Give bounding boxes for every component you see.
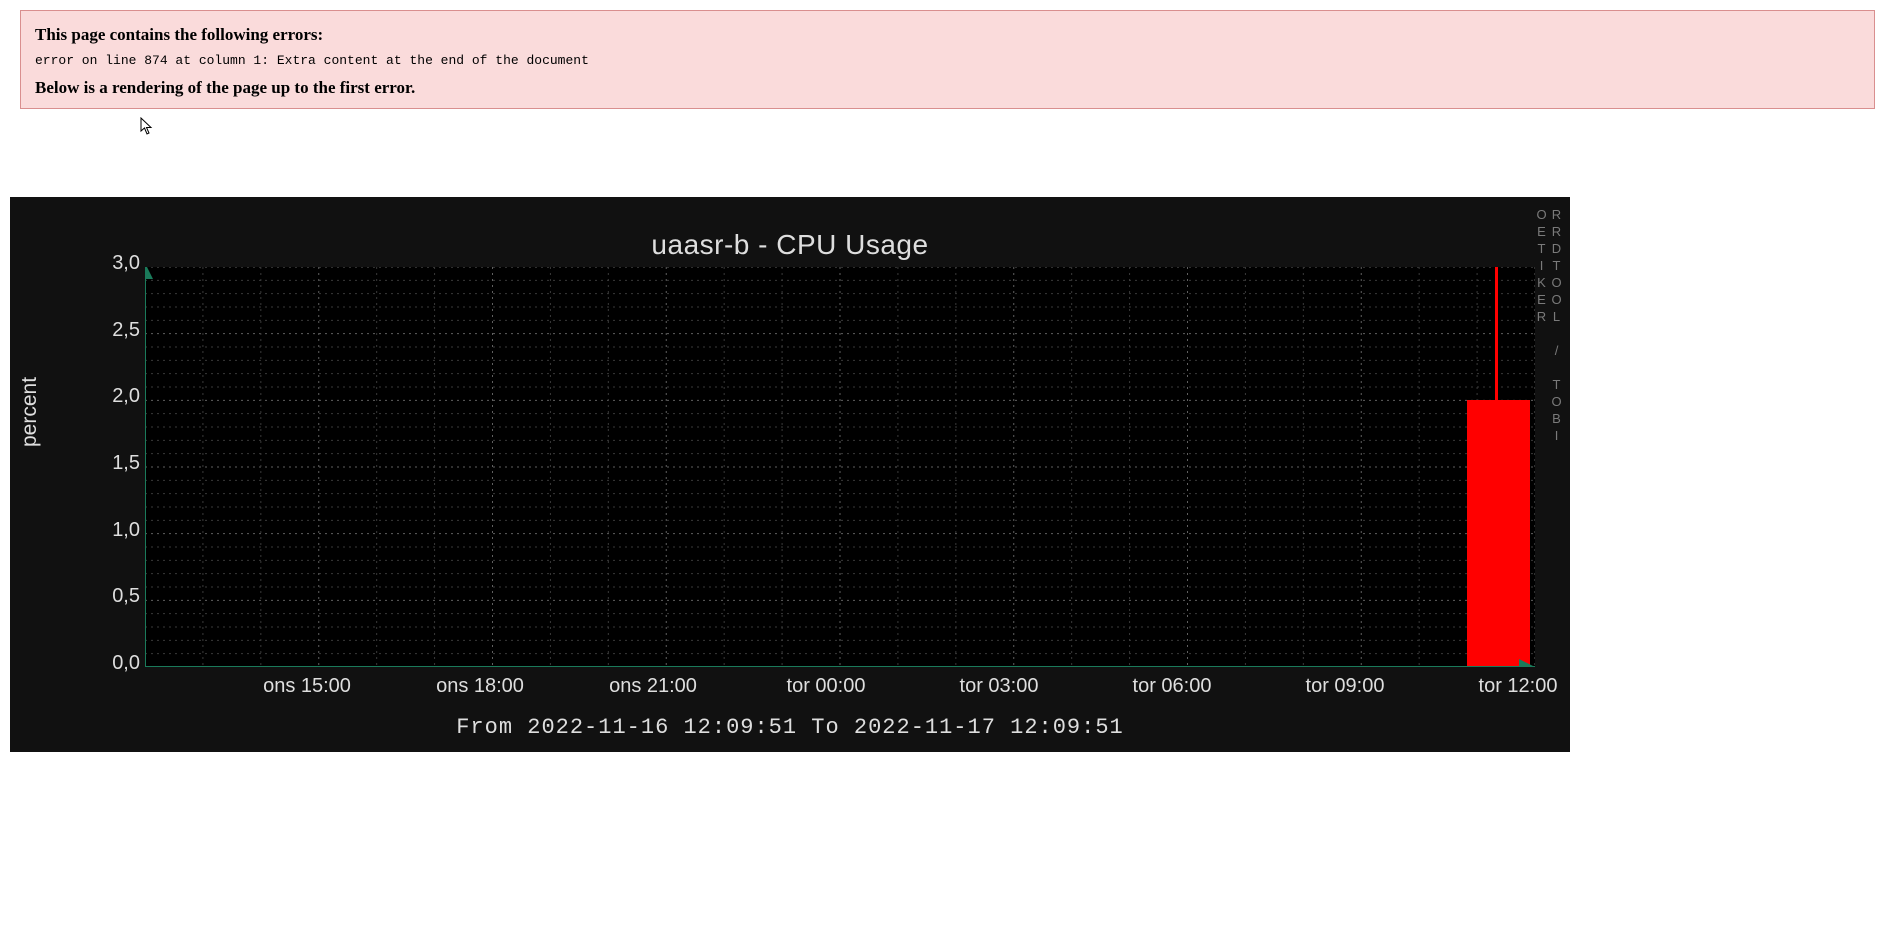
cpu-usage-area xyxy=(1467,400,1530,667)
error-footer: Below is a rendering of the page up to t… xyxy=(35,78,1860,98)
x-tick: ons 15:00 xyxy=(263,675,351,698)
y-tick: 0,0 xyxy=(100,653,140,673)
y-tick: 1,5 xyxy=(100,453,140,473)
x-tick: tor 12:00 xyxy=(1479,675,1558,698)
time-range-label: From 2022-11-16 12:09:51 To 2022-11-17 1… xyxy=(10,715,1570,740)
cpu-usage-spike xyxy=(1495,267,1498,667)
error-message: error on line 874 at column 1: Extra con… xyxy=(35,53,1860,68)
y-axis-ticks: 0,0 0,5 1,0 1,5 2,0 2,5 3,0 xyxy=(100,263,140,673)
cpu-usage-chart-panel: uaasr-b - CPU Usage RRDTOOL / TOBI OETIK… xyxy=(10,197,1570,752)
x-tick: ons 21:00 xyxy=(609,675,697,698)
y-axis-label: percent xyxy=(18,377,42,447)
y-tick: 1,0 xyxy=(100,520,140,540)
y-tick: 0,5 xyxy=(100,586,140,606)
y-tick: 2,5 xyxy=(100,320,140,340)
y-tick: 2,0 xyxy=(100,386,140,406)
x-tick: tor 09:00 xyxy=(1306,675,1385,698)
x-axis-ticks: ons 15:00 ons 18:00 ons 21:00 tor 00:00 … xyxy=(145,675,1535,705)
x-tick: tor 00:00 xyxy=(787,675,866,698)
plot-area xyxy=(145,267,1535,667)
y-tick: 3,0 xyxy=(100,253,140,273)
xml-error-banner: This page contains the following errors:… xyxy=(20,10,1875,109)
rrdtool-watermark: RRDTOOL / TOBI OETIKER xyxy=(1544,207,1564,457)
x-tick: ons 18:00 xyxy=(436,675,524,698)
x-tick: tor 06:00 xyxy=(1133,675,1212,698)
x-tick: tor 03:00 xyxy=(960,675,1039,698)
chart-title: uaasr-b - CPU Usage xyxy=(10,229,1570,261)
cursor-icon xyxy=(140,117,154,135)
error-heading: This page contains the following errors: xyxy=(35,25,1860,45)
